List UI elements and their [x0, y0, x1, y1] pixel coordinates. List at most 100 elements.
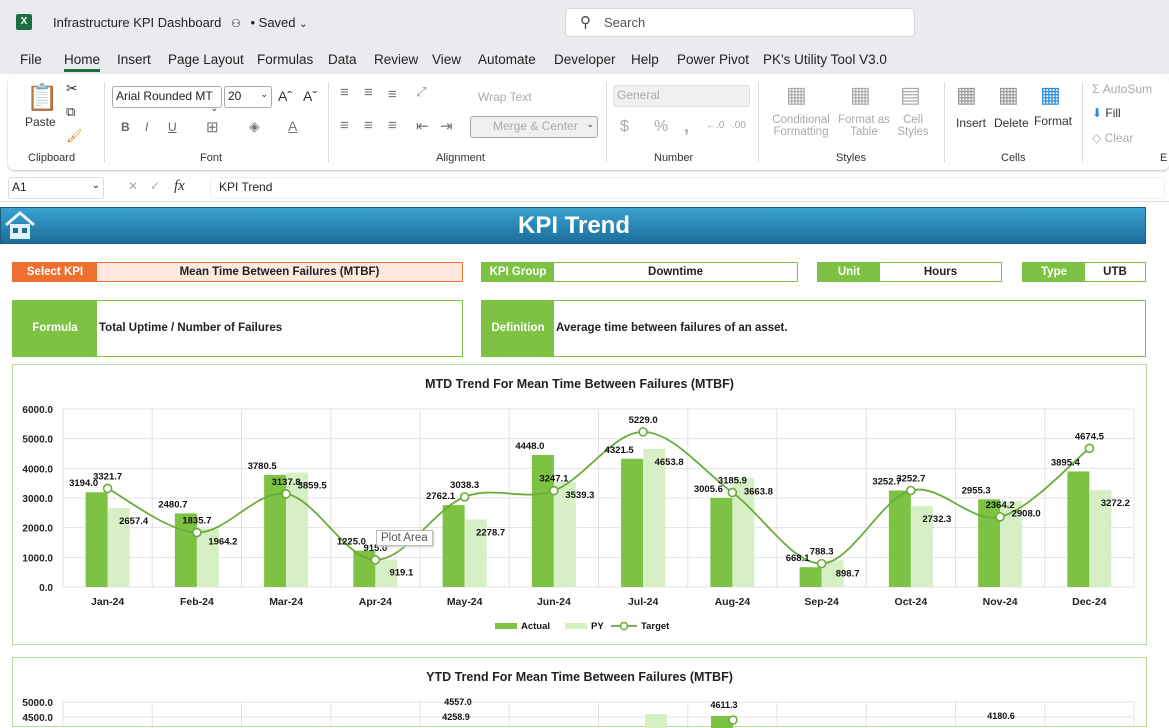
delete-cells-button[interactable]: Delete	[994, 116, 1029, 130]
align-center-icon[interactable]: ≡	[364, 117, 373, 134]
clear-label: Clear	[1104, 131, 1134, 145]
y-tick-label: 1000.0	[22, 553, 53, 564]
actual-data-label: 4448.0	[515, 441, 544, 452]
actual-bar	[978, 499, 1001, 587]
tab-file[interactable]: File	[20, 52, 42, 67]
type-field: Type UTB	[1022, 262, 1146, 282]
mtd-trend-chart[interactable]: MTD Trend For Mean Time Between Failures…	[12, 364, 1147, 645]
tab-automate[interactable]: Automate	[478, 52, 536, 67]
font-color-icon[interactable]: A	[288, 118, 297, 134]
italic-icon[interactable]: I	[145, 120, 148, 134]
target-marker	[192, 527, 202, 538]
orientation-icon[interactable]: ⤢	[416, 84, 426, 100]
wrap-text-button[interactable]: Wrap Text	[478, 90, 532, 104]
cell-styles-icon[interactable]: ▤	[900, 82, 921, 108]
tab-help[interactable]: Help	[631, 52, 659, 67]
py-data-label: 3663.8	[744, 486, 773, 497]
align-middle-icon[interactable]: ≡	[364, 84, 373, 101]
cancel-icon[interactable]: ✕	[128, 179, 138, 193]
target-marker	[728, 715, 738, 725]
tab-formulas[interactable]: Formulas	[257, 52, 313, 67]
fill-color-icon[interactable]: ◈	[249, 118, 260, 135]
autosum-button[interactable]: Σ AutoSum	[1092, 82, 1152, 96]
target-data-label: 3321.7	[93, 471, 122, 482]
cell-reference: A1	[12, 180, 27, 194]
kpi-group-label: KPI Group	[482, 263, 554, 281]
conditional-formatting-icon[interactable]: ▦	[786, 82, 807, 108]
format-cells-button[interactable]: Format	[1034, 114, 1072, 128]
select-kpi-field[interactable]: Select KPI Mean Time Between Failures (M…	[12, 262, 463, 282]
tab-insert[interactable]: Insert	[117, 52, 151, 67]
tab-page-layout[interactable]: Page Layout	[168, 52, 244, 67]
tab-home[interactable]: Home	[64, 52, 101, 72]
tab-pk-utility-tool[interactable]: PK's Utility Tool V3.0	[763, 52, 887, 67]
percent-icon[interactable]: %	[654, 118, 668, 136]
underline-icon[interactable]: U	[168, 120, 177, 134]
search-placeholder: Search	[604, 15, 646, 30]
legend-actual-swatch	[495, 623, 517, 629]
formula-input[interactable]: KPI Trend	[210, 177, 1165, 199]
format-as-table-button[interactable]: Format as Table	[836, 114, 892, 138]
actual-bar	[888, 490, 911, 587]
paste-icon[interactable]: 📋	[26, 82, 58, 113]
copy-icon[interactable]: ⧉	[66, 104, 75, 120]
increase-font-icon[interactable]: Aˆ	[278, 88, 292, 104]
ytd-trend-chart[interactable]: YTD Trend For Mean Time Between Failures…	[12, 657, 1148, 728]
cut-icon[interactable]: ✂	[66, 80, 78, 97]
select-kpi-value[interactable]: Mean Time Between Failures (MTBF)	[97, 263, 462, 281]
font-size-dropdown[interactable]: 20 ⌄	[224, 86, 272, 108]
mtd-chart-plot[interactable]: 0.0 1000.0 2000.0 3000.0 4000.0 5000.0 6000.0 J…	[13, 365, 1148, 646]
y-tick-label: 5000.0	[22, 435, 53, 446]
decrease-decimal-icon[interactable]: .00	[732, 120, 746, 131]
home-icon[interactable]	[4, 211, 36, 241]
align-left-icon[interactable]: ≡	[340, 117, 349, 134]
saved-status[interactable]: • Saved	[250, 15, 295, 30]
decrease-indent-icon[interactable]: ⇤	[416, 117, 429, 135]
increase-decimal-icon[interactable]: ←.0	[706, 120, 724, 131]
clear-button[interactable]: ◇ Clear	[1092, 131, 1133, 145]
borders-icon[interactable]: ⊞	[206, 118, 219, 136]
align-top-icon[interactable]: ≡	[340, 84, 349, 101]
format-cells-icon[interactable]: ▦	[1040, 82, 1061, 108]
py-data-label: 898.7	[836, 568, 860, 579]
tab-power-pivot[interactable]: Power Pivot	[677, 52, 749, 67]
search-icon: ⚲	[580, 14, 591, 31]
insert-function-icon[interactable]: fx	[174, 178, 185, 195]
ytd-chart-plot[interactable]: 5000.04500.04557.04258.94611.34180.6	[13, 658, 1148, 728]
tab-review[interactable]: Review	[374, 52, 418, 67]
paste-button[interactable]: Paste	[25, 115, 56, 129]
name-box[interactable]: A1 ⌄	[8, 177, 104, 199]
chevron-down-icon[interactable]: ⌄	[299, 19, 307, 30]
currency-icon[interactable]: $	[620, 118, 629, 136]
dashboard-title: KPI Trend	[517, 212, 631, 239]
bold-icon[interactable]: B	[121, 120, 130, 134]
target-data-label: 4674.5	[1075, 431, 1105, 442]
decrease-font-icon[interactable]: Aˇ	[303, 88, 317, 104]
format-painter-icon[interactable]: 🖌	[66, 128, 83, 144]
x-tick-label: Nov-24	[983, 596, 1018, 608]
tab-data[interactable]: Data	[328, 52, 357, 67]
share-icon: ⚇	[230, 18, 241, 30]
insert-cells-button[interactable]: Insert	[956, 116, 986, 130]
number-format-dropdown[interactable]: General	[613, 85, 750, 107]
insert-cells-icon[interactable]: ▦	[956, 82, 977, 108]
target-marker	[906, 485, 916, 496]
comma-style-icon[interactable]: ,	[684, 116, 689, 137]
font-name-dropdown[interactable]: Arial Rounded MT ⌄	[112, 86, 222, 113]
tab-developer[interactable]: Developer	[554, 52, 616, 67]
align-bottom-icon[interactable]: ≡	[388, 86, 397, 103]
cells-group-label: Cells	[1001, 152, 1026, 164]
cell-styles-button[interactable]: Cell Styles	[892, 114, 934, 138]
fill-button[interactable]: ⬇ Fill	[1092, 106, 1121, 120]
delete-cells-icon[interactable]: ▦	[998, 82, 1019, 108]
format-as-table-icon[interactable]: ▦	[850, 82, 871, 108]
tab-view[interactable]: View	[432, 52, 461, 67]
merge-center-button[interactable]: Merge & Center ⌄	[470, 116, 598, 138]
x-tick-label: May-24	[447, 596, 483, 608]
conditional-formatting-button[interactable]: Conditional Formatting	[766, 114, 836, 138]
y-tick-label: 5000.0	[22, 698, 53, 709]
enter-icon[interactable]: ✓	[150, 179, 160, 193]
align-right-icon[interactable]: ≡	[388, 117, 397, 134]
increase-indent-icon[interactable]: ⇥	[440, 117, 453, 135]
search-input[interactable]: ⚲ Search	[565, 8, 915, 37]
